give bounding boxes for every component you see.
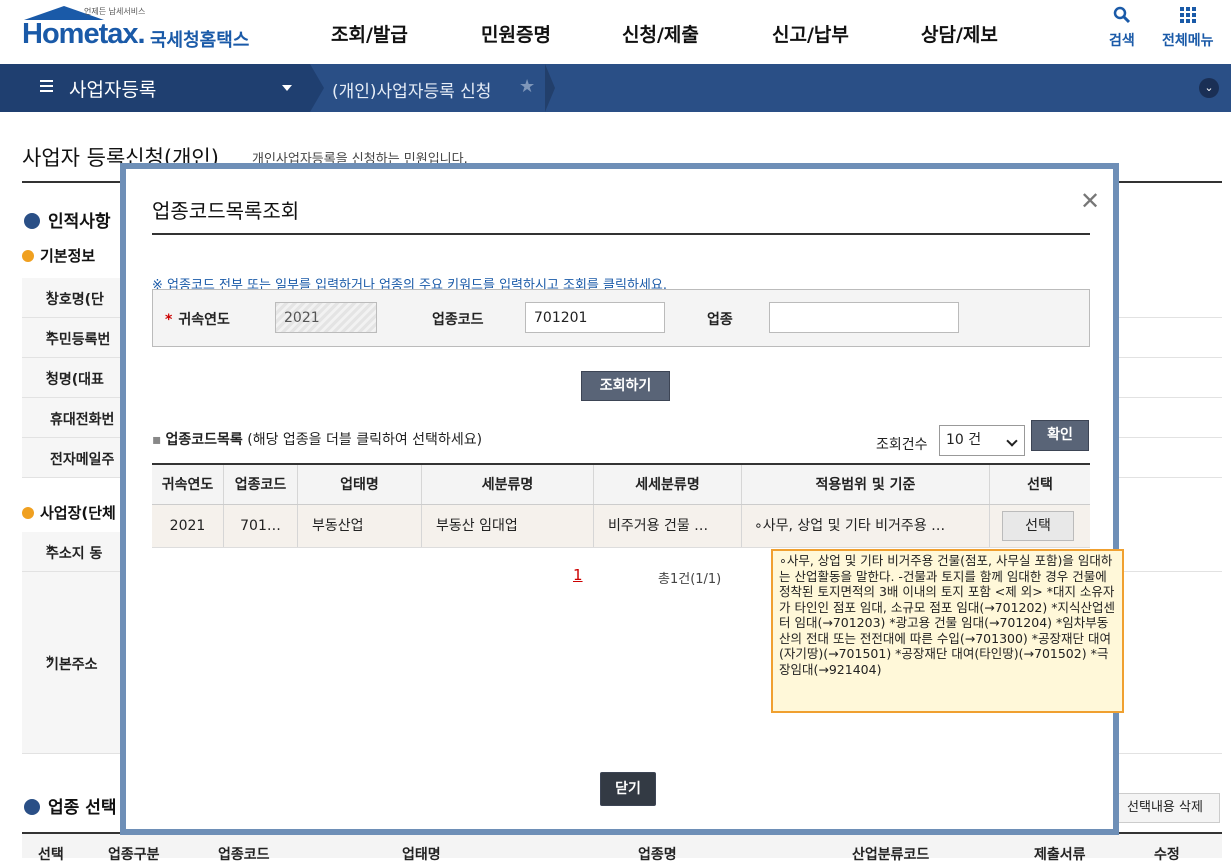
cell-detail-class: 비주거용 건물 … bbox=[594, 505, 742, 547]
table-row[interactable]: 2021 701… 부동산업 부동산 임대업 비주거용 건물 … ∘사무, 상업… bbox=[152, 505, 1090, 548]
industry-name-input[interactable] bbox=[769, 302, 959, 333]
all-menu-button[interactable]: 전체메뉴 bbox=[1162, 6, 1214, 50]
section-personal-info: 인적사항 bbox=[24, 207, 111, 232]
menu-dropdown[interactable]: 사업자등록 bbox=[0, 64, 310, 112]
column-header: 업종코드 bbox=[224, 465, 298, 504]
all-menu-label: 전체메뉴 bbox=[1162, 33, 1214, 49]
cell-year: 2021 bbox=[152, 505, 224, 547]
gnb-item-certificate[interactable]: 민원증명 bbox=[481, 20, 551, 47]
grid-menu-icon bbox=[1179, 7, 1196, 23]
subsection-basic-label: 기본정보 bbox=[40, 247, 96, 265]
subsection-bullet-icon bbox=[22, 507, 34, 519]
row-label: 휴대전화번 bbox=[50, 412, 115, 428]
gnb-item-apply[interactable]: 신청/제출 bbox=[622, 20, 699, 47]
column-header: 선택 bbox=[1027, 477, 1053, 493]
section-bullet-icon bbox=[24, 799, 40, 815]
search-button[interactable]: 검색 bbox=[1109, 6, 1135, 50]
modal-title-divider bbox=[152, 233, 1090, 235]
row-label: 주민등록번 bbox=[46, 332, 111, 348]
list-header: ▪ 업종코드목록 (해당 업종을 더블 클릭하여 선택하세요) bbox=[152, 429, 482, 449]
count-label: 조회건수 bbox=[876, 437, 928, 453]
column-header: 제출서류 bbox=[1034, 847, 1086, 863]
location-bar: 사업자등록 (개인)사업자등록 신청 ★ ⌄ bbox=[0, 64, 1231, 112]
section-bullet-icon bbox=[24, 213, 40, 229]
column-header: 업태명 bbox=[402, 847, 441, 863]
caret-down-icon bbox=[282, 85, 292, 91]
year-field bbox=[275, 302, 377, 333]
search-label: 검색 bbox=[1109, 33, 1135, 49]
section-industry: 업종 선택 bbox=[24, 793, 116, 818]
subsection-business: 사업장(단체 bbox=[22, 502, 116, 523]
column-header: 업종구분 bbox=[108, 847, 160, 863]
breadcrumb-current[interactable]: (개인)사업자등록 신청 bbox=[332, 77, 491, 102]
menu-label: 사업자등록 bbox=[69, 79, 157, 101]
close-icon[interactable]: ✕ bbox=[1080, 189, 1100, 213]
year-label: 귀속연도 bbox=[178, 312, 230, 328]
logo-subtitle: 언제든 납세서비스 bbox=[84, 7, 146, 16]
column-header: 산업분류코드 bbox=[852, 847, 930, 863]
cell-biz-type: 부동산업 bbox=[298, 505, 422, 547]
cell-sub-class: 부동산 임대업 bbox=[422, 505, 594, 547]
subsection-basic: 기본정보 bbox=[22, 245, 95, 266]
gnb-item-report[interactable]: 신고/납부 bbox=[772, 20, 849, 47]
column-header: 세분류명 bbox=[422, 465, 594, 504]
column-header: 업태명 bbox=[298, 465, 422, 504]
column-header: 선택 bbox=[38, 847, 64, 863]
column-header: 세세분류명 bbox=[594, 465, 742, 504]
row-label: 전자메일주 bbox=[50, 452, 115, 468]
industry-code-table: 귀속연도 업종코드 업태명 세분류명 세세분류명 적용범위 및 기준 선택 20… bbox=[152, 463, 1090, 548]
hamburger-icon bbox=[40, 80, 53, 92]
section-personal-info-label: 인적사항 bbox=[48, 212, 111, 232]
count-select[interactable]: 10 건 bbox=[939, 425, 1025, 456]
column-header: 수정 bbox=[1154, 847, 1180, 863]
top-header: 언제든 납세서비스 Hometax. 국세청홈택스 조회/발급 민원증명 신청/… bbox=[0, 0, 1231, 64]
cell-scope[interactable]: ∘사무, 상업 및 기타 비거주용 … bbox=[742, 505, 990, 547]
hometax-logo[interactable]: 언제든 납세서비스 Hometax. 국세청홈택스 bbox=[22, 6, 252, 58]
gnb-item-consult[interactable]: 상담/제보 bbox=[921, 20, 998, 47]
industry-table-header: 선택 업종구분 업종코드 업태명 업종명 산업분류코드 제출서류 수정 bbox=[22, 832, 1222, 863]
cell-code: 701… bbox=[224, 505, 298, 547]
favorite-star-icon[interactable]: ★ bbox=[519, 76, 535, 97]
row-label: 주소지 동 bbox=[46, 546, 103, 562]
confirm-button[interactable]: 확인 bbox=[1031, 420, 1089, 451]
gnb-item-inquiry[interactable]: 조회/발급 bbox=[331, 20, 408, 47]
list-bullet-icon: ▪ bbox=[152, 432, 162, 448]
subsection-business-label: 사업장(단체 bbox=[40, 504, 116, 522]
search-button[interactable]: 조회하기 bbox=[581, 371, 670, 401]
select-button[interactable]: 선택 bbox=[1002, 511, 1074, 541]
column-header: 귀속연도 bbox=[152, 465, 224, 504]
row-label: 성명(대표 bbox=[46, 372, 104, 388]
close-button[interactable]: 닫기 bbox=[600, 772, 656, 806]
logo-korean: 국세청홈택스 bbox=[150, 30, 250, 51]
industry-code-modal: 업종코드목록조회 ✕ ※ 업종코드 전부 또는 일부를 입력하거나 업종의 주요… bbox=[120, 163, 1124, 835]
code-input[interactable] bbox=[525, 302, 665, 333]
logo-wordmark: Hometax. bbox=[22, 18, 146, 50]
list-title: 업종코드목록 bbox=[165, 432, 243, 448]
column-header: 적용범위 및 기준 bbox=[742, 465, 990, 504]
delete-selected-button[interactable]: 선택내용 삭제 bbox=[1110, 793, 1220, 823]
chevron-down-icon bbox=[1006, 435, 1018, 447]
column-header: 업종코드 bbox=[218, 847, 270, 863]
search-icon bbox=[1113, 6, 1130, 24]
subsection-bullet-icon bbox=[22, 250, 34, 262]
row-label: 기본주소 bbox=[46, 657, 98, 673]
search-form: *귀속연도 업종코드 업종 bbox=[152, 289, 1090, 347]
pagination-total: 총1건(1/1) bbox=[658, 572, 722, 587]
modal-title: 업종코드목록조회 bbox=[152, 199, 300, 223]
pagination-page[interactable]: 1 bbox=[573, 566, 583, 584]
table-header: 귀속연도 업종코드 업태명 세분류명 세세분류명 적용범위 및 기준 선택 bbox=[152, 465, 1090, 505]
row-label: 상호명(단 bbox=[46, 292, 104, 308]
code-label: 업종코드 bbox=[432, 312, 484, 328]
column-header: 업종명 bbox=[638, 847, 677, 863]
breadcrumb-arrow-2 bbox=[545, 64, 555, 112]
scope-tooltip: ∘사무, 상업 및 기타 비거주용 건물(점포, 사무실 포함)을 임대하는 산… bbox=[771, 549, 1124, 713]
industry-name-label: 업종 bbox=[707, 312, 733, 328]
section-industry-label: 업종 선택 bbox=[48, 798, 117, 818]
chevron-down-icon[interactable]: ⌄ bbox=[1199, 78, 1219, 98]
count-value: 10 건 bbox=[946, 432, 982, 448]
breadcrumb-arrow bbox=[310, 64, 324, 112]
list-hint: (해당 업종을 더블 클릭하여 선택하세요) bbox=[247, 432, 483, 448]
